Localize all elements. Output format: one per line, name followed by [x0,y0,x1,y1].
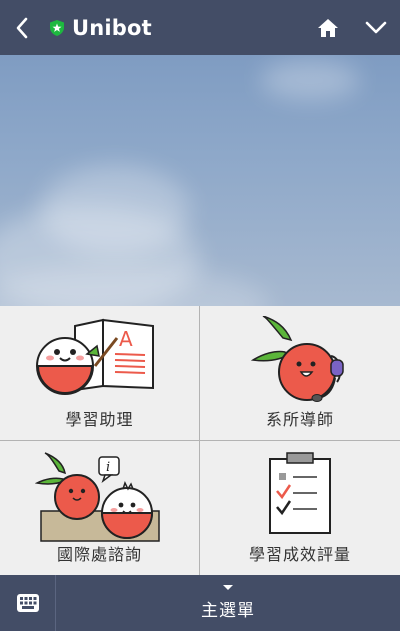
menu-item-department-tutor[interactable]: 系所導師 [200,306,400,441]
fruit-reading-book-icon: A [35,318,154,395]
svg-text:i: i [106,460,110,475]
caret-down-icon [223,585,233,590]
chevron-left-icon [16,17,28,38]
menu-item-label: 國際處諮詢 [56,545,142,564]
star-shield-icon [50,19,64,36]
chat-background [0,55,400,306]
main-menu-toggle[interactable]: 主選單 [56,575,400,631]
menu-item-learning-assessment[interactable]: 學習成效評量 [200,441,400,575]
fruit-headset-icon [250,316,344,402]
keyboard-icon [16,594,39,612]
menu-item-label: 學習成效評量 [248,545,351,564]
home-button[interactable] [304,0,352,55]
menu-item-label: 系所導師 [265,410,334,429]
fruits-info-desk-icon: i [34,452,160,542]
back-button[interactable] [0,0,44,55]
bottom-bar: 主選單 [0,575,400,631]
menu-item-international-office[interactable]: i 國際處諮詢 [0,441,200,575]
main-menu-label: 主選單 [201,601,255,621]
home-icon [318,18,338,37]
chat-header: Unibot [0,0,400,55]
expand-button[interactable] [352,0,400,55]
checklist-clipboard-icon [269,452,331,534]
menu-item-learning-assistant[interactable]: A 學習助理 [0,306,200,441]
menu-item-label: 學習助理 [65,410,134,429]
chevron-down-icon [365,21,387,33]
keyboard-toggle-button[interactable] [0,575,56,631]
svg-text:A: A [119,327,133,351]
chat-title: Unibot [72,15,152,40]
rich-menu: A 學習助理 系所導師 i 國際處諮詢 學習成效評量 [0,306,400,575]
